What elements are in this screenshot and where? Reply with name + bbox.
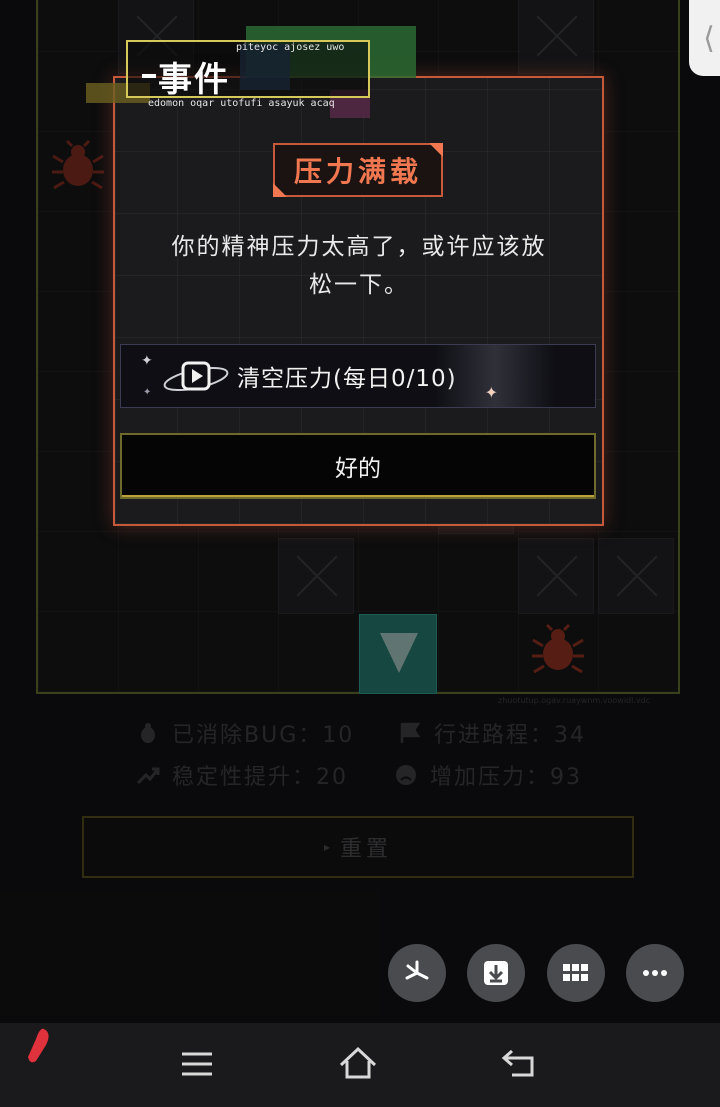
event-tag-dash: [142, 74, 156, 78]
pinwheel-icon: [405, 960, 429, 980]
sparkle-icon: ✦: [143, 387, 153, 398]
ok-button[interactable]: 好的: [120, 433, 596, 499]
grid-icon: [563, 964, 588, 981]
dialog-heading-text: 压力满载: [293, 155, 422, 188]
event-title: 事件: [158, 60, 230, 100]
event-subtitle-bottom: edomon oqar utofufi asayuk acaq: [148, 98, 335, 109]
system-nav-bar: [0, 1023, 720, 1107]
chevron-left-icon: ⟨: [703, 20, 715, 56]
back-icon[interactable]: [500, 1047, 538, 1079]
pinwheel-button[interactable]: [388, 944, 446, 1002]
video-ad-icon: [163, 361, 229, 392]
dialog-message-line: 松一下。: [309, 272, 409, 298]
more-button[interactable]: [626, 944, 684, 1002]
home-icon[interactable]: [338, 1045, 378, 1081]
event-subtitle-top: piteyoc ajosez uwo: [236, 42, 345, 53]
clear-stress-button[interactable]: ✦ ✦ ✦ 清空压力(每日0/10): [120, 344, 596, 408]
ok-button-label: 好的: [335, 456, 381, 482]
sparkle-icon: ✦: [141, 353, 154, 369]
dialog-message: 你的精神压力太高了，或许应该放 松一下。: [133, 228, 585, 300]
corner-accent: [273, 183, 287, 197]
download-icon: [484, 961, 508, 985]
edge-panel-tab[interactable]: ⟨: [689, 0, 720, 76]
corner-accent: [429, 143, 443, 157]
more-icon: [643, 970, 667, 976]
download-button[interactable]: [467, 944, 525, 1002]
dialog-heading: 压力满载: [273, 143, 443, 197]
grid-button[interactable]: [547, 944, 605, 1002]
menu-icon[interactable]: [180, 1049, 214, 1079]
dialog-message-line: 你的精神压力太高了，或许应该放: [171, 234, 547, 260]
floating-shortcut-icon[interactable]: [24, 1025, 54, 1065]
clear-stress-button-label: 清空压力(每日0/10): [237, 366, 457, 392]
sparkle-icon: ✦: [484, 383, 499, 402]
